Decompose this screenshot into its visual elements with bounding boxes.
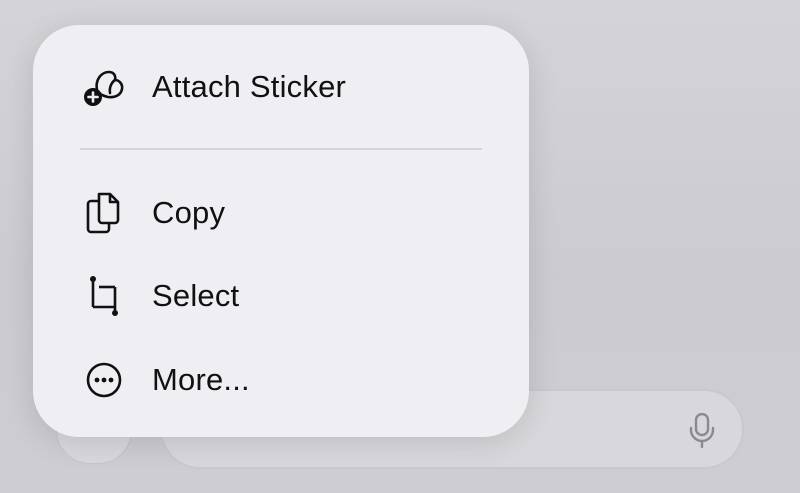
screen: Attach Sticker Copy Select More... xyxy=(0,0,800,493)
menu-item-label: Select xyxy=(152,278,240,313)
ellipsis-circle-icon xyxy=(81,357,127,403)
menu-item-copy[interactable]: Copy xyxy=(33,178,529,248)
microphone-icon[interactable] xyxy=(688,413,716,449)
menu-item-attach-sticker[interactable]: Attach Sticker xyxy=(33,52,529,122)
sticker-add-icon xyxy=(81,64,127,110)
copy-documents-icon xyxy=(81,190,127,236)
crop-select-icon xyxy=(81,273,127,319)
menu-divider xyxy=(80,148,482,150)
menu-item-select[interactable]: Select xyxy=(33,261,529,331)
menu-item-label: More... xyxy=(152,362,250,397)
context-menu: Attach Sticker Copy Select More... xyxy=(33,25,529,437)
menu-item-label: Attach Sticker xyxy=(152,69,347,104)
menu-item-more[interactable]: More... xyxy=(33,345,529,415)
menu-item-label: Copy xyxy=(152,195,226,230)
